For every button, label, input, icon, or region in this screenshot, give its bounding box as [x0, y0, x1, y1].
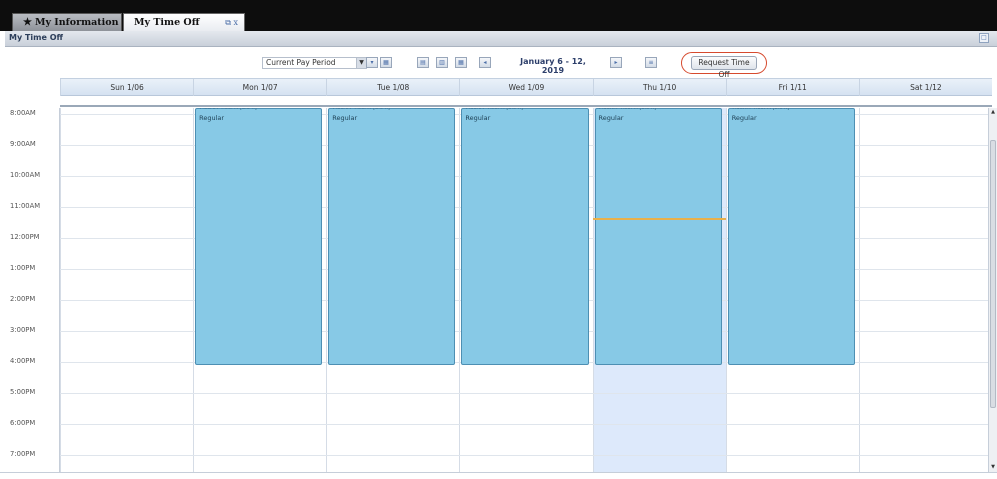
date-range-label: January 6 - 12, 2019	[520, 57, 586, 75]
arrow-right-icon: ▸	[614, 59, 618, 66]
window-title: My Time Off	[9, 33, 63, 42]
vertical-scrollbar[interactable]: ▲ ▼	[988, 108, 997, 472]
time-label: 4:00PM	[10, 357, 36, 365]
week-view-icon: ▥	[439, 59, 445, 66]
day-header-4[interactable]: Thu 1/10	[592, 79, 726, 96]
day-header-1[interactable]: Mon 1/07	[193, 79, 326, 96]
day-view-button[interactable]: ▤	[417, 57, 429, 68]
hour-gridline	[60, 455, 992, 456]
month-view-icon: ▦	[458, 59, 464, 66]
shift-event-time: 7:30AM-4:00PM [8.5 h]	[598, 108, 657, 111]
tab-strip: ★ My Information My Time Off ⧉ x	[0, 0, 997, 31]
bottom-edge	[0, 472, 997, 479]
shift-event[interactable]: 7:30AM-4:00PM [8.5 h] Regular	[727, 108, 855, 366]
shift-event-time: 7:30AM-4:00PM [8.5 h]	[199, 108, 257, 111]
day-header-5[interactable]: Fri 1/11	[725, 79, 859, 96]
day-header-row: Sun 1/06 Mon 1/07 Tue 1/08 Wed 1/09 Thu 1/10…	[60, 78, 992, 96]
app-window: ★ My Information My Time Off ⧉ x My Time …	[0, 0, 997, 479]
day-header-6[interactable]: Sat 1/12	[858, 79, 992, 96]
period-select-value: Current Pay Period	[266, 58, 336, 67]
shift-event[interactable]: 7:30AM-4:00PM [8.5 h] Regular	[461, 108, 589, 366]
time-label: 7:00PM	[10, 450, 36, 458]
time-label: 11:00AM	[10, 202, 41, 210]
shift-event-label: Regular	[332, 114, 358, 122]
options-button[interactable]: ≡	[645, 57, 657, 68]
previous-week-button[interactable]: ◂	[479, 57, 491, 68]
current-time-indicator	[592, 217, 726, 220]
time-label: 5:00PM	[10, 388, 36, 396]
period-menu-button[interactable]: ▾	[366, 57, 378, 68]
scroll-thumb[interactable]	[990, 140, 996, 408]
hour-gridline	[60, 424, 992, 425]
period-select[interactable]: Current Pay Period ▼	[262, 57, 367, 69]
calendar-icon: ▦	[383, 59, 389, 66]
shift-event-label: Regular	[465, 114, 491, 122]
shift-event-time: 7:30AM-4:00PM [8.5 h]	[332, 108, 390, 111]
window-header: My Time Off □	[5, 31, 997, 47]
day-column[interactable]	[60, 108, 193, 472]
scroll-up-icon[interactable]: ▲	[989, 108, 997, 117]
week-view-button[interactable]: ▥	[436, 57, 448, 68]
shift-event-label: Regular	[199, 114, 225, 122]
day-area[interactable]: 7:30AM-4:00PM [8.5 h] Regular 7:30AM-4:00P…	[60, 108, 992, 472]
time-label: 3:00PM	[10, 326, 36, 334]
dropdown-icon: ▾	[370, 59, 374, 66]
shift-event-time: 7:30AM-4:00PM [8.5 h]	[465, 108, 523, 111]
tab-my-information[interactable]: ★ My Information	[12, 13, 122, 31]
day-view-icon: ▤	[420, 59, 426, 66]
hour-gridline	[60, 393, 992, 394]
day-header-3[interactable]: Wed 1/09	[459, 79, 592, 96]
shift-event[interactable]: 7:30AM-4:00PM [8.5 h] Regular	[594, 108, 722, 366]
star-icon: ★	[23, 17, 32, 28]
calendar-grid: 8:00AM 9:00AM 10:00AM 11:00AM 12:00PM 1:00PM 2…	[7, 108, 992, 472]
time-column: 8:00AM 9:00AM 10:00AM 11:00AM 12:00PM 1:00PM 2…	[7, 108, 60, 472]
tab-my-time-off-label: My Time Off	[134, 17, 200, 28]
month-view-button[interactable]: ▦	[455, 57, 467, 68]
shift-event-label: Regular	[731, 114, 757, 122]
next-week-button[interactable]: ▸	[610, 57, 622, 68]
chevron-down-icon: ▼	[356, 58, 366, 68]
shift-event[interactable]: 7:30AM-4:00PM [8.5 h] Regular	[328, 108, 456, 366]
request-time-off-button[interactable]: Request Time Off	[691, 56, 757, 79]
tab-my-information-label: My Information	[34, 17, 119, 28]
time-label: 12:00PM	[10, 233, 40, 241]
time-label: 9:00AM	[10, 140, 36, 148]
scroll-down-icon[interactable]: ▼	[989, 463, 997, 472]
time-label: 6:00PM	[10, 419, 36, 427]
day-header-2[interactable]: Tue 1/08	[326, 79, 459, 96]
shift-event-label: Regular	[598, 114, 624, 122]
shift-event-time: 7:30AM-4:00PM [8.5 h]	[731, 108, 790, 111]
arrow-left-icon: ◂	[483, 59, 487, 66]
day-column[interactable]	[858, 108, 992, 472]
calendar-picker-button[interactable]: ▦	[380, 57, 392, 68]
calendar-toolbar: Current Pay Period ▼ ▾ ▦ ▤ ▥ ▦ ◂ January…	[5, 48, 997, 79]
list-icon: ≡	[648, 59, 654, 66]
tab-my-time-off[interactable]: My Time Off ⧉ x	[123, 13, 245, 31]
tab-close-icon[interactable]: ⧉ x	[225, 14, 238, 32]
time-label: 8:00AM	[10, 109, 36, 117]
time-label: 10:00AM	[10, 171, 41, 179]
day-header-0[interactable]: Sun 1/06	[60, 79, 193, 96]
all-day-strip	[60, 97, 992, 107]
time-label: 1:00PM	[10, 264, 36, 272]
time-label: 2:00PM	[10, 295, 36, 303]
maximize-icon[interactable]: □	[979, 33, 989, 43]
shift-event[interactable]: 7:30AM-4:00PM [8.5 h] Regular	[195, 108, 323, 366]
